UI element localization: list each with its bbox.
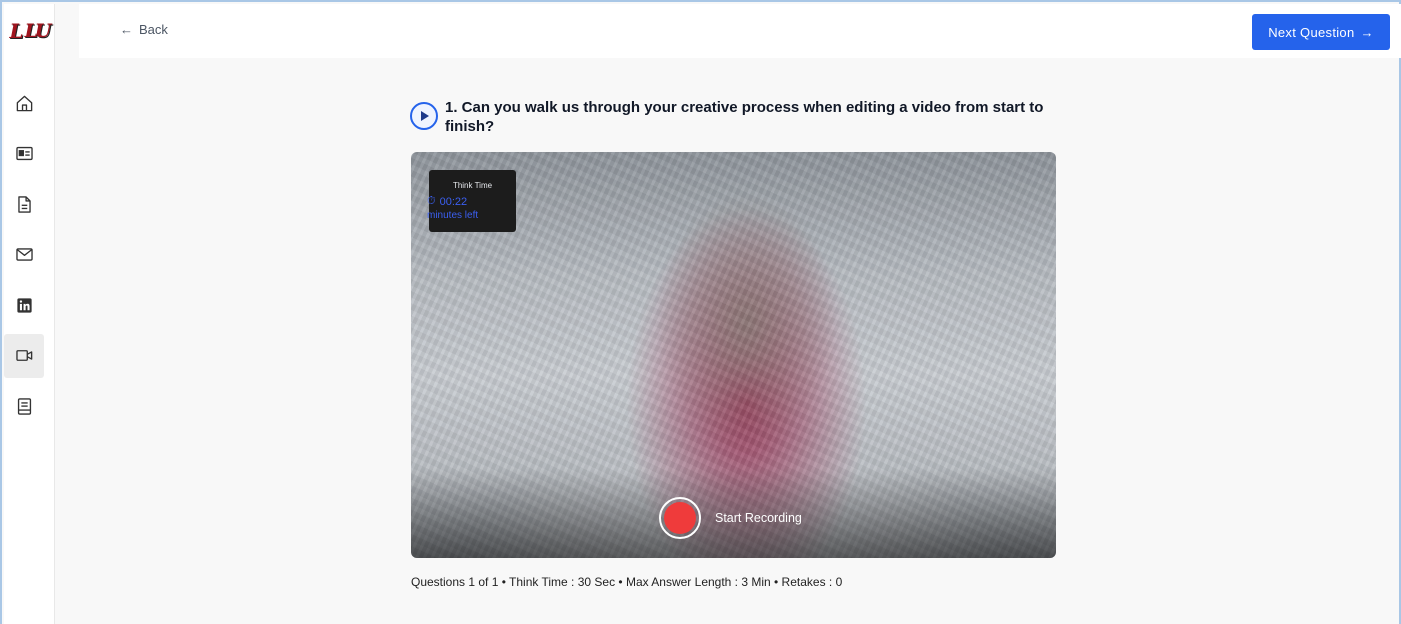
company-logo[interactable]: L LU [4, 4, 55, 58]
sidebar-item-profile[interactable] [4, 132, 44, 176]
video-camera-icon [15, 350, 32, 361]
record-dot-icon [664, 502, 696, 534]
sidebar-item-video-interview[interactable] [4, 333, 44, 378]
back-label: Back [139, 22, 168, 37]
think-time-panel: Think Time ⏱ 00:22 minutes left [427, 170, 516, 232]
document-icon [17, 195, 31, 213]
mail-icon [15, 248, 33, 261]
arrow-right-icon: → [1360, 24, 1374, 40]
question-meta-info: Questions 1 of 1 • Think Time : 30 Sec •… [411, 575, 843, 589]
stopwatch-icon: ⏱ [427, 195, 436, 207]
arrow-left-icon: ← [120, 22, 133, 37]
sidebar-item-messages[interactable] [4, 233, 44, 277]
linkedin-icon [16, 297, 32, 313]
next-question-label: Next Question [1268, 24, 1355, 40]
think-time-subtext: minutes left [427, 210, 479, 221]
start-recording-control[interactable]: Start Recording [659, 497, 802, 539]
sidebar-item-notes[interactable] [4, 384, 44, 428]
sidebar: L LU [4, 4, 55, 624]
play-question-button[interactable] [410, 102, 438, 130]
think-time-title: Think Time [452, 181, 493, 190]
think-time-value: 00:22 [439, 195, 468, 208]
back-link[interactable]: ← Back [120, 22, 168, 37]
video-preview: Think Time ⏱ 00:22 minutes left Start Re… [411, 152, 1056, 558]
sidebar-item-documents[interactable] [4, 182, 44, 226]
question-header: 1. Can you walk us through your creative… [410, 98, 1060, 136]
sidebar-nav [4, 81, 44, 435]
next-question-button[interactable]: Next Question → [1252, 14, 1390, 50]
sidebar-item-home[interactable] [4, 81, 44, 125]
logo-mark-large: LU [24, 20, 52, 42]
record-button[interactable] [659, 497, 701, 539]
start-recording-label: Start Recording [715, 511, 802, 525]
logo-mark-small: L [9, 19, 24, 43]
top-bar: ← Back Next Question → [79, 4, 1401, 58]
think-time-countdown: ⏱ 00:22 [427, 195, 467, 208]
notebook-icon [17, 397, 31, 415]
play-icon [421, 111, 429, 121]
question-text: 1. Can you walk us through your creative… [445, 99, 1044, 135]
id-card-icon [15, 146, 33, 161]
sidebar-item-linkedin[interactable] [4, 283, 44, 327]
app-frame: L LU ← Back Next Question → 1. Can you w… [0, 0, 1401, 624]
home-icon [16, 95, 32, 111]
